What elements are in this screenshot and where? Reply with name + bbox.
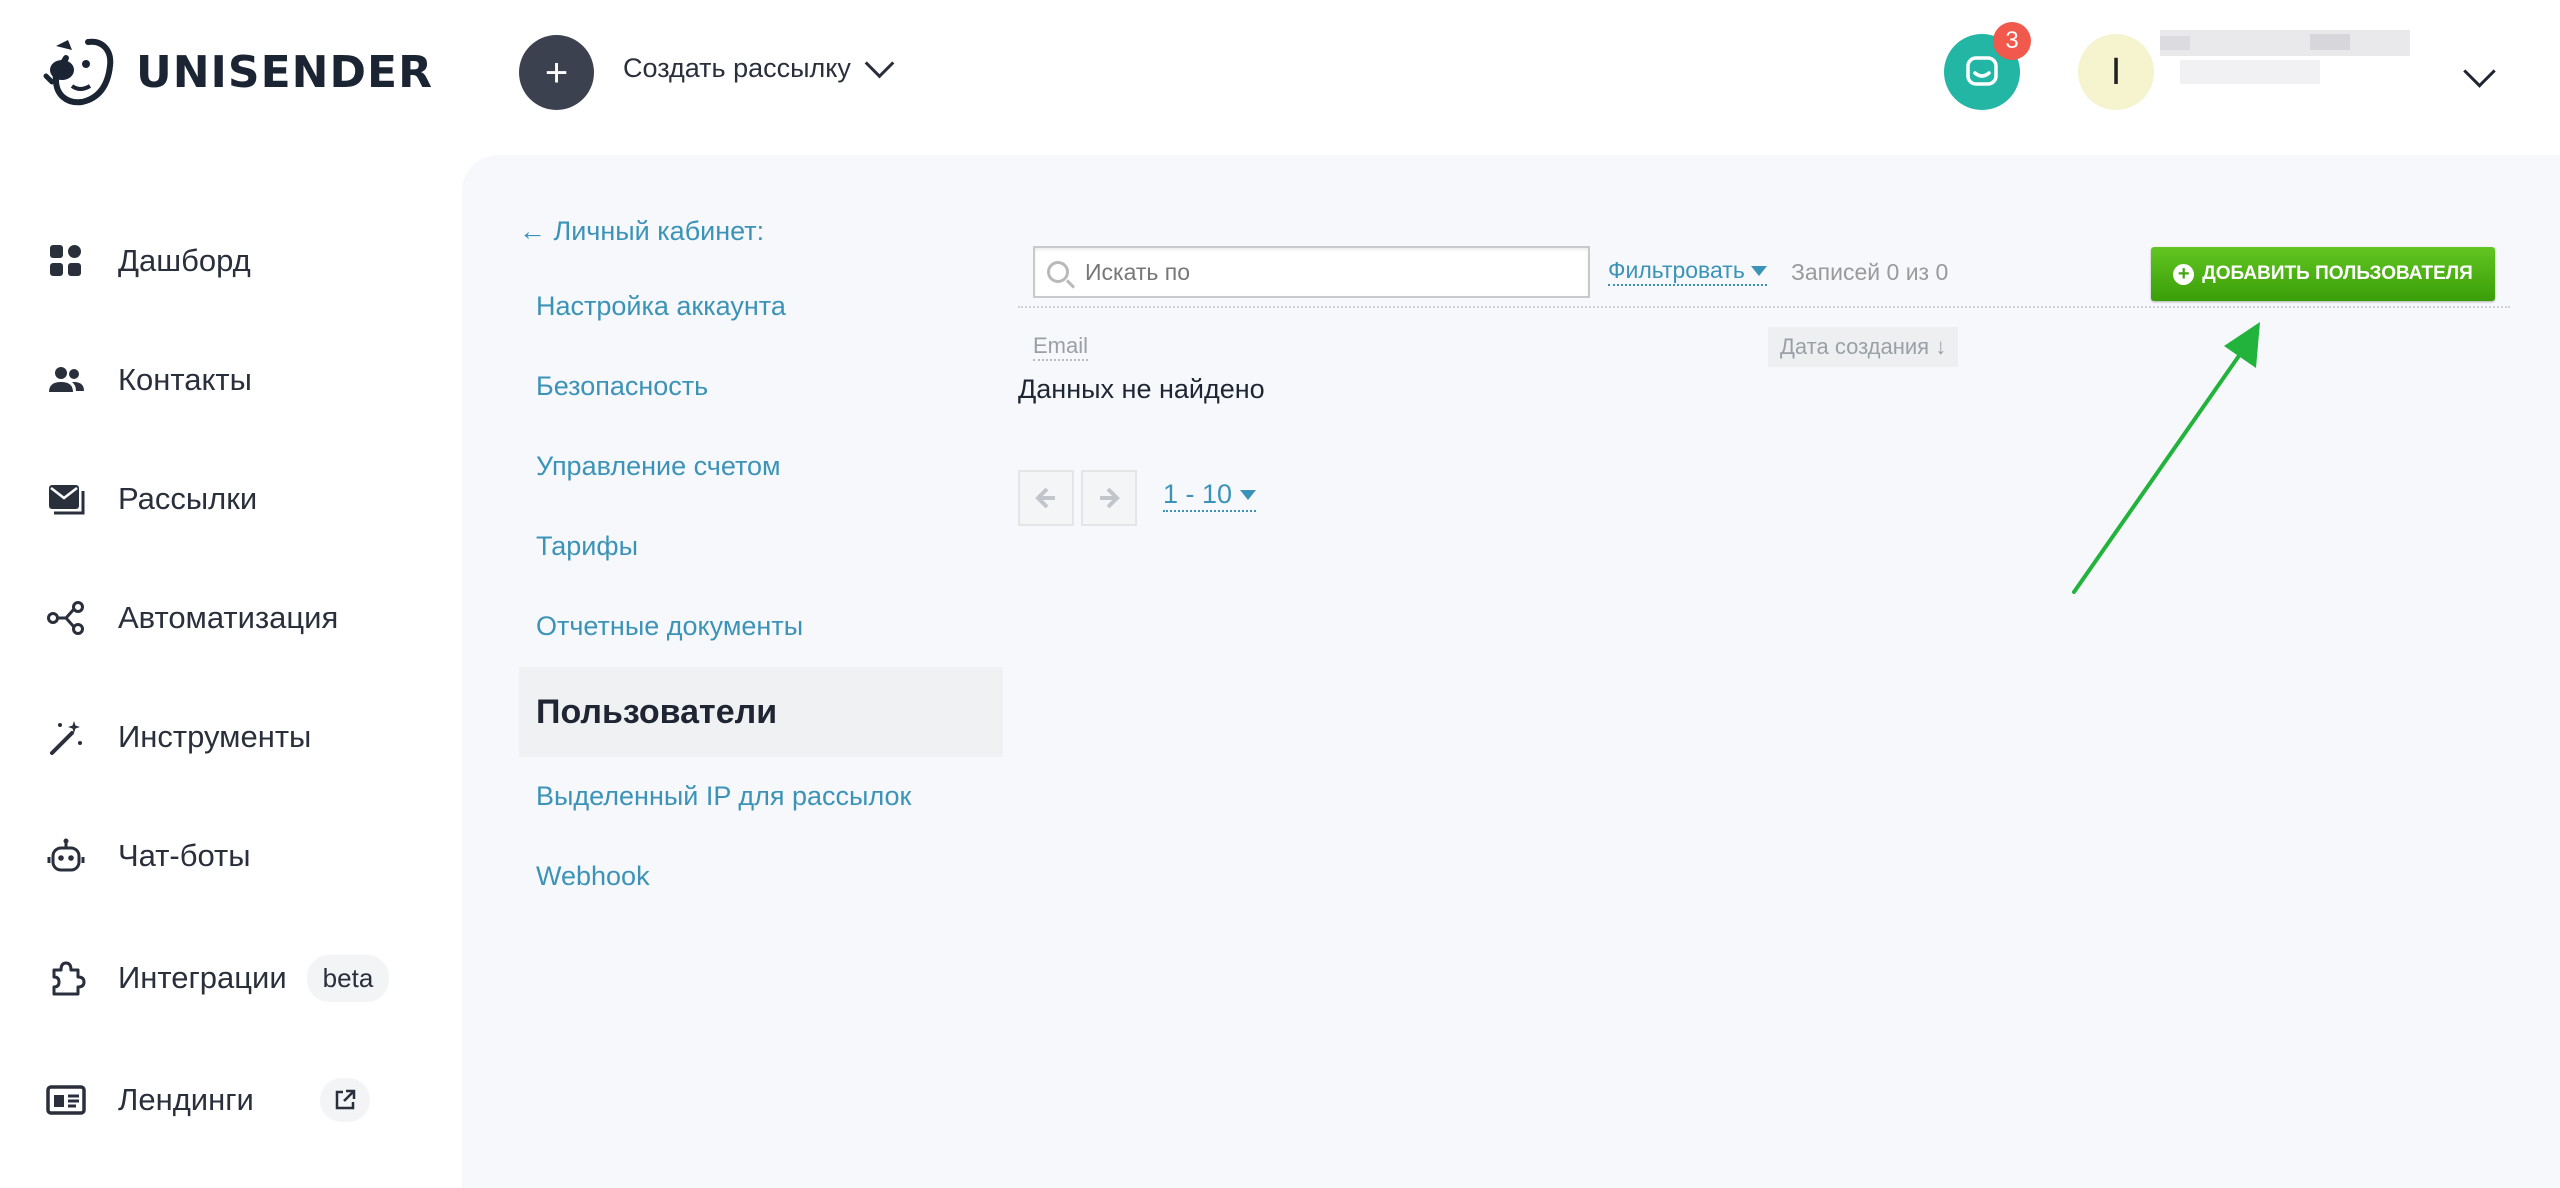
plus-circle-icon: + <box>2173 263 2195 285</box>
sidebar-item-label: Инструменты <box>118 719 312 754</box>
column-header-created-date[interactable]: Дата создания ↓ <box>1768 327 1959 367</box>
search-box[interactable] <box>1033 246 1590 298</box>
create-campaign-label: Создать рассылку <box>623 53 851 83</box>
submenu-item-dedicated-ip[interactable]: Выделенный IP для рассылок <box>536 781 911 812</box>
column-header-created-date-label: Дата создания ↓ <box>1780 334 1947 359</box>
notification-badge: 3 <box>1993 22 2031 60</box>
filter-dropdown[interactable]: Фильтровать <box>1608 257 1767 286</box>
sidebar-item-contacts[interactable]: Контакты <box>46 350 252 410</box>
sidebar-item-label: Рассылки <box>118 481 258 516</box>
annotation-arrow-icon <box>2072 322 2260 594</box>
landing-icon <box>46 1080 86 1120</box>
caret-down-icon <box>1240 489 1257 500</box>
page-size-dropdown[interactable]: 1 - 10 <box>1163 479 1257 512</box>
back-to-account-link[interactable]: ← Личный кабинет: <box>519 216 764 247</box>
mail-icon <box>46 479 86 519</box>
sidebar-item-label: Чат-боты <box>118 838 251 873</box>
empty-state-text: Данных не найдено <box>1018 374 1265 404</box>
magic-wand-icon <box>46 717 86 757</box>
submenu-item-tariffs[interactable]: Тарифы <box>536 531 638 562</box>
next-page-button[interactable] <box>1081 470 1137 526</box>
prev-page-button[interactable] <box>1018 470 1074 526</box>
sidebar-item-label: Лендинги <box>118 1082 254 1117</box>
sidebar-item-label: Интеграции <box>118 960 287 995</box>
sidebar-item-dashboard[interactable]: Дашборд <box>46 231 251 291</box>
search-icon <box>1047 261 1069 283</box>
contacts-icon <box>46 360 86 400</box>
user-menu-chevron-icon[interactable] <box>2463 55 2496 88</box>
submenu-item-reports[interactable]: Отчетные документы <box>536 611 803 642</box>
chevron-down-icon <box>864 48 895 79</box>
submenu-item-account-settings[interactable]: Настройка аккаунта <box>536 291 786 322</box>
dashboard-icon <box>46 241 86 281</box>
create-campaign-dropdown[interactable]: Создать рассылку <box>623 48 895 84</box>
sidebar-item-automation[interactable]: Автоматизация <box>46 588 338 648</box>
filter-label: Фильтровать <box>1608 257 1745 283</box>
caret-down-icon <box>1750 265 1767 276</box>
submenu-item-webhook[interactable]: Webhook <box>536 861 650 892</box>
puzzle-icon <box>46 958 86 998</box>
sidebar-item-label: Дашборд <box>118 243 251 278</box>
create-campaign-button[interactable]: + <box>519 35 594 110</box>
add-user-label: ДОБАВИТЬ ПОЛЬЗОВАТЕЛЯ <box>2202 263 2473 284</box>
beta-badge: beta <box>306 954 390 1002</box>
divider <box>1018 306 2510 308</box>
records-count: Записей 0 из 0 <box>1791 259 1949 285</box>
add-user-button[interactable]: + ДОБАВИТЬ ПОЛЬЗОВАТЕЛЯ <box>2151 247 2495 301</box>
user-info-blurred <box>2160 30 2430 100</box>
arrow-right-icon <box>1100 487 1120 509</box>
plus-icon: + <box>544 50 569 95</box>
submenu-item-security[interactable]: Безопасность <box>536 371 708 402</box>
arrow-left-icon <box>1035 487 1055 509</box>
sidebar-item-tools[interactable]: Инструменты <box>46 707 311 767</box>
logo-dog-icon <box>43 38 114 106</box>
submenu-item-billing[interactable]: Управление счетом <box>536 451 781 482</box>
submenu-item-users-active[interactable]: Пользователи <box>519 667 1003 757</box>
page-range-label: 1 - 10 <box>1163 479 1233 509</box>
sidebar-item-campaigns[interactable]: Рассылки <box>46 469 257 529</box>
logo[interactable]: UNISENDER <box>42 36 433 108</box>
robot-icon <box>46 836 86 876</box>
sidebar-item-chatbots[interactable]: Чат-боты <box>46 826 251 886</box>
logo-text: UNISENDER <box>136 46 433 98</box>
automation-icon <box>46 598 86 638</box>
sidebar-item-label: Контакты <box>118 362 252 397</box>
sidebar-item-landings[interactable]: Лендинги <box>46 1070 370 1130</box>
column-header-email[interactable]: Email <box>1033 333 1089 361</box>
external-link-icon[interactable] <box>319 1078 370 1122</box>
chat-icon <box>1966 56 1998 86</box>
sidebar-item-integrations[interactable]: Интеграции beta <box>46 948 390 1008</box>
avatar[interactable]: I <box>2078 34 2154 110</box>
search-input[interactable] <box>1083 257 1567 287</box>
sidebar-item-label: Автоматизация <box>118 600 339 635</box>
